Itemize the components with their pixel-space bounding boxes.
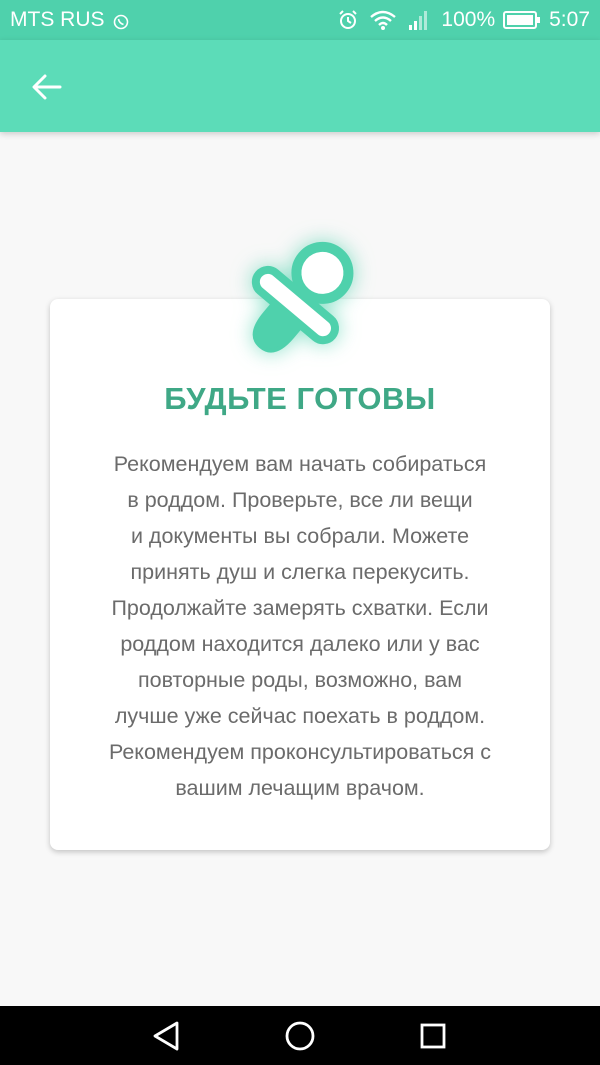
description-line: повторные роды, возможно, вам <box>137 668 463 692</box>
description-line: принять душ и слегка перекусить. <box>130 560 470 584</box>
battery-percent: 100% <box>441 8 496 31</box>
viber-icon <box>113 12 129 30</box>
description-line: Рекомендуем вам начать собираться <box>113 452 487 476</box>
back-triangle-icon <box>151 1020 181 1052</box>
signal-icon <box>407 9 431 31</box>
status-right: 100% 5:07 <box>337 8 590 32</box>
alarm-icon <box>337 9 359 31</box>
description-line: Рекомендуем проконсультироваться с <box>108 740 492 764</box>
description-line: и документы вы собрали. Можете <box>130 524 470 548</box>
home-circle-icon <box>284 1020 316 1052</box>
app-bar <box>0 40 600 132</box>
description-line: в роддом. Проверьте, все ли вещи <box>127 488 473 512</box>
card-title: БУДЬТЕ ГОТОВЫ <box>164 381 436 416</box>
system-nav-bar <box>0 1006 600 1065</box>
carrier-name: MTS RUS <box>10 8 105 31</box>
description-line: вашим лечащим врачом. <box>175 776 425 800</box>
info-card: БУДЬТЕ ГОТОВЫ Рекомендуем вам начать соб… <box>50 299 550 850</box>
pacifier-icon <box>228 232 368 372</box>
description-line: лучше уже сейчас поехать в роддом. <box>114 704 486 728</box>
nav-back-button[interactable] <box>144 1014 188 1058</box>
nav-recents-button[interactable] <box>411 1014 455 1058</box>
card-description: Рекомендуем вам начать собираться в родд… <box>70 446 530 806</box>
description-line: Продолжайте замерять схватки. Если <box>111 596 489 620</box>
arrow-left-icon <box>32 74 62 100</box>
description-line: роддом находится далеко или у вас <box>120 632 480 656</box>
battery-icon <box>503 10 541 30</box>
wifi-icon <box>369 9 397 31</box>
clock: 5:07 <box>549 8 590 31</box>
nav-home-button[interactable] <box>278 1014 322 1058</box>
status-bar: MTS RUS 100% 5:07 <box>0 0 600 40</box>
back-button[interactable] <box>22 62 72 112</box>
status-left: MTS RUS <box>10 8 129 32</box>
recents-square-icon <box>419 1022 447 1050</box>
